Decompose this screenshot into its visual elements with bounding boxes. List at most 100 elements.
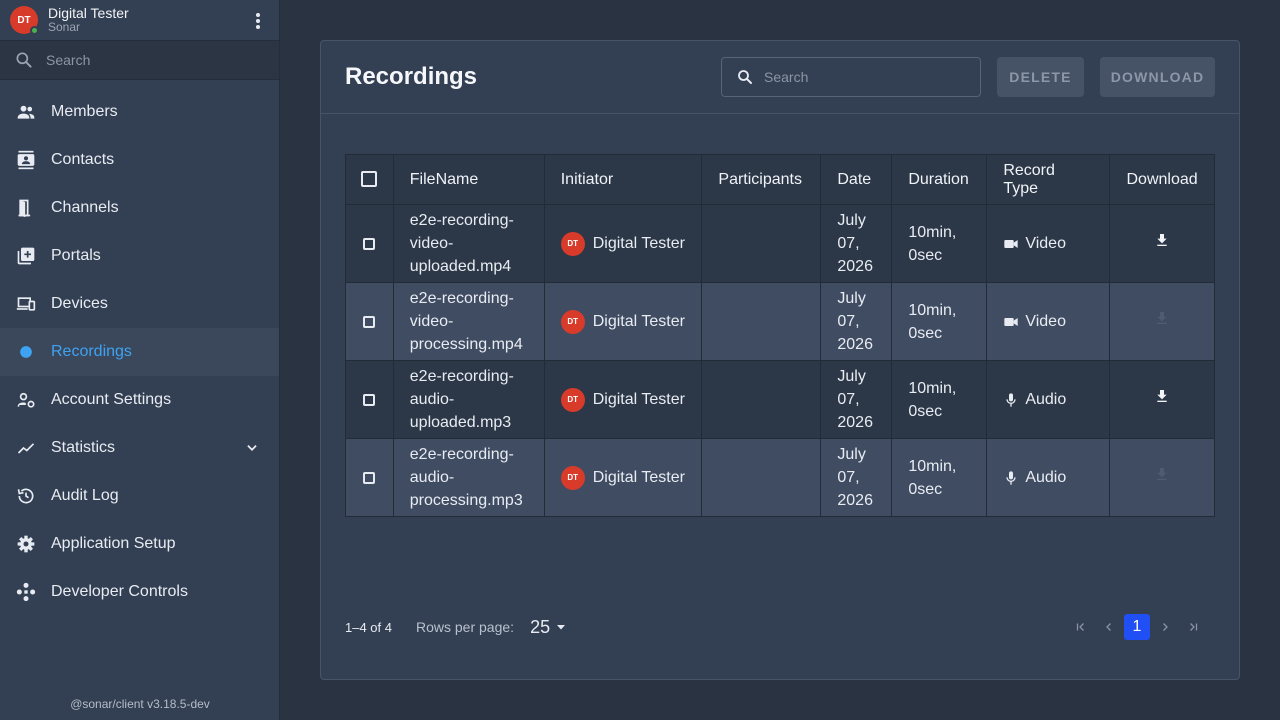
column-header-participants[interactable]: Participants <box>701 154 822 205</box>
sidebar-item-portals[interactable]: Portals <box>0 232 279 280</box>
videocam-icon <box>1004 317 1018 326</box>
duration-cell: 10min, 0sec <box>891 360 988 439</box>
caret-down-icon <box>557 625 566 630</box>
table-row[interactable]: e2e-recording- video- processing.mp4 DT … <box>345 282 1215 361</box>
avatar-initials: DT <box>17 14 31 26</box>
pagination-range: 1–4 of 4 <box>345 619 392 635</box>
column-header-record-type[interactable]: Record Type <box>986 154 1111 205</box>
avatar: DT <box>560 387 585 412</box>
date-cell: July 07, 2026 <box>820 438 893 517</box>
history-icon <box>16 486 36 506</box>
recordings-card: Recordings DELETE DOWNLOAD FileName Init… <box>320 40 1240 680</box>
record-type-label: Audio <box>1025 469 1067 486</box>
videocam-icon <box>1004 239 1018 248</box>
recordings-search-input[interactable] <box>764 69 964 85</box>
table-row[interactable]: e2e-recording- audio- uploaded.mp3 DT Di… <box>345 360 1215 439</box>
sidebar-item-account-settings[interactable]: Account Settings <box>0 376 279 424</box>
sidebar-item-label: Statistics <box>51 439 116 456</box>
download-cell <box>1109 204 1215 283</box>
sidebar-item-devices[interactable]: Devices <box>0 280 279 328</box>
row-checkbox[interactable] <box>363 237 376 250</box>
initiator-cell: DT Digital Tester <box>543 204 703 283</box>
record-type-label: Video <box>1025 313 1066 330</box>
row-checkbox[interactable] <box>363 393 376 406</box>
participants-cell <box>701 204 822 283</box>
download-icon[interactable] <box>1154 232 1170 248</box>
initiator-name: Digital Tester <box>592 235 685 252</box>
download-cell <box>1109 360 1215 439</box>
current-page-button[interactable]: 1 <box>1124 614 1150 640</box>
initiator-cell: DT Digital Tester <box>543 360 703 439</box>
column-header-filename[interactable]: FileName <box>392 154 545 205</box>
chevron-down-icon[interactable] <box>245 441 259 460</box>
download-icon[interactable] <box>1154 388 1170 404</box>
sidebar-item-recordings[interactable]: Recordings <box>0 328 279 376</box>
initiator-cell: DT Digital Tester <box>543 438 703 517</box>
prev-page-icon[interactable] <box>1095 613 1123 641</box>
recordings-table: FileName Initiator Participants Date Dur… <box>345 154 1215 517</box>
user-profile[interactable]: DT Digital Tester Sonar <box>0 0 279 40</box>
participants-cell <box>701 282 822 361</box>
filename-cell: e2e-recording- audio- processing.mp3 <box>392 438 545 517</box>
manage-accounts-icon <box>16 390 36 410</box>
select-all-cell <box>345 154 394 205</box>
initiator-name: Digital Tester <box>592 469 685 486</box>
sidebar-item-application-setup[interactable]: Application Setup <box>0 520 279 568</box>
column-header-initiator[interactable]: Initiator <box>543 154 703 205</box>
pagination: 1–4 of 4 Rows per page: 25 1 <box>345 613 1215 641</box>
delete-button[interactable]: DELETE <box>997 57 1084 97</box>
contacts-icon <box>16 150 36 170</box>
sidebar-item-channels[interactable]: Channels <box>0 184 279 232</box>
column-header-download: Download <box>1109 154 1215 205</box>
last-page-icon[interactable] <box>1179 613 1207 641</box>
pagination-controls: 1 <box>1067 613 1207 641</box>
sidebar-item-label: Application Setup <box>51 535 176 552</box>
sidebar-item-members[interactable]: Members <box>0 88 279 136</box>
record-type-cell: Video <box>986 204 1111 283</box>
avatar: DT <box>560 231 585 256</box>
rows-per-page-label: Rows per page: <box>416 619 515 635</box>
gear-icon <box>16 534 36 554</box>
recordings-search <box>721 57 981 97</box>
record-type-cell: Audio <box>986 360 1111 439</box>
sidebar-item-label: Recordings <box>51 343 132 360</box>
rows-per-page-select[interactable]: 25 <box>530 617 566 638</box>
sidebar-search <box>0 40 279 80</box>
sidebar-item-label: Devices <box>51 295 108 312</box>
participants-cell <box>701 438 822 517</box>
download-cell <box>1109 282 1215 361</box>
more-vert-icon[interactable] <box>253 12 263 30</box>
table-header-row: FileName Initiator Participants Date Dur… <box>345 154 1215 205</box>
duration-cell: 10min, 0sec <box>891 204 988 283</box>
app-version: @sonar/client v3.18.5-dev <box>70 697 210 711</box>
record-type-label: Video <box>1025 235 1066 252</box>
sidebar-item-label: Developer Controls <box>51 583 188 600</box>
avatar: DT <box>10 6 39 35</box>
table-row[interactable]: e2e-recording- audio- processing.mp3 DT … <box>345 438 1215 517</box>
next-page-icon[interactable] <box>1151 613 1179 641</box>
avatar: DT <box>560 465 585 490</box>
sidebar-item-label: Contacts <box>51 151 115 168</box>
sidebar-item-statistics[interactable]: Statistics <box>0 424 279 472</box>
column-header-date[interactable]: Date <box>820 154 893 205</box>
search-icon <box>16 52 32 68</box>
profile-org: Sonar <box>48 20 81 35</box>
people-icon <box>16 102 36 122</box>
row-checkbox[interactable] <box>363 315 376 328</box>
card-header: Recordings DELETE DOWNLOAD <box>321 41 1239 114</box>
profile-name: Digital Tester <box>48 4 129 21</box>
first-page-icon[interactable] <box>1067 613 1095 641</box>
filename-cell: e2e-recording- video- uploaded.mp4 <box>392 204 545 283</box>
sidebar-item-audit-log[interactable]: Audit Log <box>0 472 279 520</box>
table-row[interactable]: e2e-recording- video- uploaded.mp4 DT Di… <box>345 204 1215 283</box>
sidebar-item-developer-controls[interactable]: Developer Controls <box>0 568 279 616</box>
download-button[interactable]: DOWNLOAD <box>1100 57 1215 97</box>
filename-cell: e2e-recording- video- processing.mp4 <box>392 282 545 361</box>
sidebar-item-contacts[interactable]: Contacts <box>0 136 279 184</box>
date-cell: July 07, 2026 <box>820 204 893 283</box>
column-header-duration[interactable]: Duration <box>891 154 988 205</box>
row-checkbox[interactable] <box>363 471 376 484</box>
sidebar-search-input[interactable] <box>46 52 246 68</box>
hub-icon <box>16 582 36 602</box>
select-all-checkbox[interactable] <box>361 171 378 188</box>
